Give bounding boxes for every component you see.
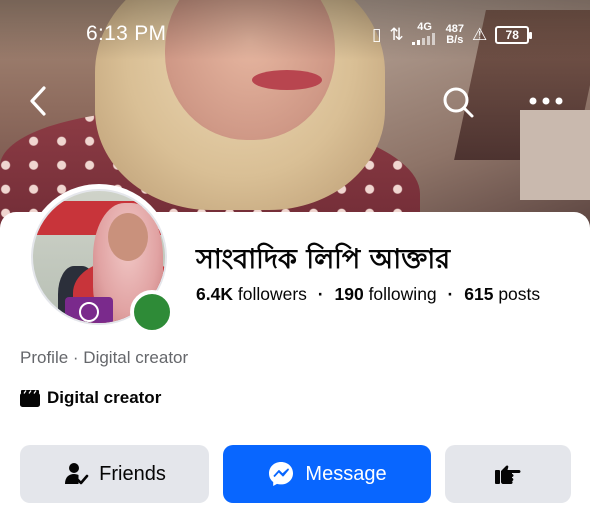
- poke-button[interactable]: [445, 445, 571, 503]
- warning-icon: ⚠: [471, 25, 488, 45]
- network-type: 4G: [411, 22, 438, 48]
- stats-separator: ·: [447, 284, 454, 304]
- person-check-icon: [65, 463, 89, 485]
- avatar-face: [108, 213, 148, 261]
- status-icons: ▯ ⇅ 4G 487 B/s ⚠ 78: [372, 18, 533, 52]
- cover-shelf: [520, 110, 590, 200]
- signal-icon: [411, 33, 435, 45]
- friends-label: Friends: [99, 462, 166, 485]
- messenger-icon: [269, 462, 294, 486]
- status-time: 6:13 PM: [86, 22, 167, 45]
- followers-count[interactable]: 6.4K: [196, 284, 233, 304]
- more-options-button[interactable]: [526, 88, 566, 114]
- search-icon: [443, 87, 474, 118]
- pointing-hand-icon: [495, 465, 521, 484]
- status-bar: 6:13 PM ▯ ⇅ 4G 487 B/s ⚠ 78: [0, 18, 590, 52]
- vibrate-icon: ▯: [372, 25, 382, 45]
- following-count[interactable]: 190: [334, 284, 363, 304]
- profile-subtitle: Profile · Digital creator: [20, 348, 189, 367]
- profile-name: সাংবাদিক লিপি আক্তার: [196, 244, 451, 275]
- battery-icon: 78: [495, 26, 533, 44]
- stats-separator: ·: [317, 284, 324, 304]
- more-dots-icon: [529, 97, 563, 105]
- followers-label[interactable]: followers: [238, 284, 307, 304]
- message-button[interactable]: Message: [223, 445, 431, 503]
- profile-stats: 6.4K followers · 190 following · 615 pos…: [196, 284, 540, 305]
- profile-category: Digital creator: [20, 388, 161, 408]
- message-label: Message: [305, 462, 387, 485]
- online-status-indicator: [130, 290, 174, 334]
- avatar-badge: [65, 297, 113, 323]
- chevron-left-icon: [30, 86, 46, 116]
- net-speed: 487 B/s: [445, 23, 464, 46]
- data-transfer-icon: ⇅: [389, 25, 404, 45]
- clapperboard-icon: [20, 389, 40, 407]
- category-label: Digital creator: [47, 388, 162, 407]
- back-button[interactable]: [24, 84, 56, 118]
- following-label[interactable]: following: [369, 284, 437, 304]
- posts-count: 615: [464, 284, 494, 304]
- search-button[interactable]: [440, 84, 476, 120]
- posts-label: posts: [498, 284, 541, 304]
- friends-button[interactable]: Friends: [20, 445, 209, 503]
- cover-lips: [252, 70, 322, 90]
